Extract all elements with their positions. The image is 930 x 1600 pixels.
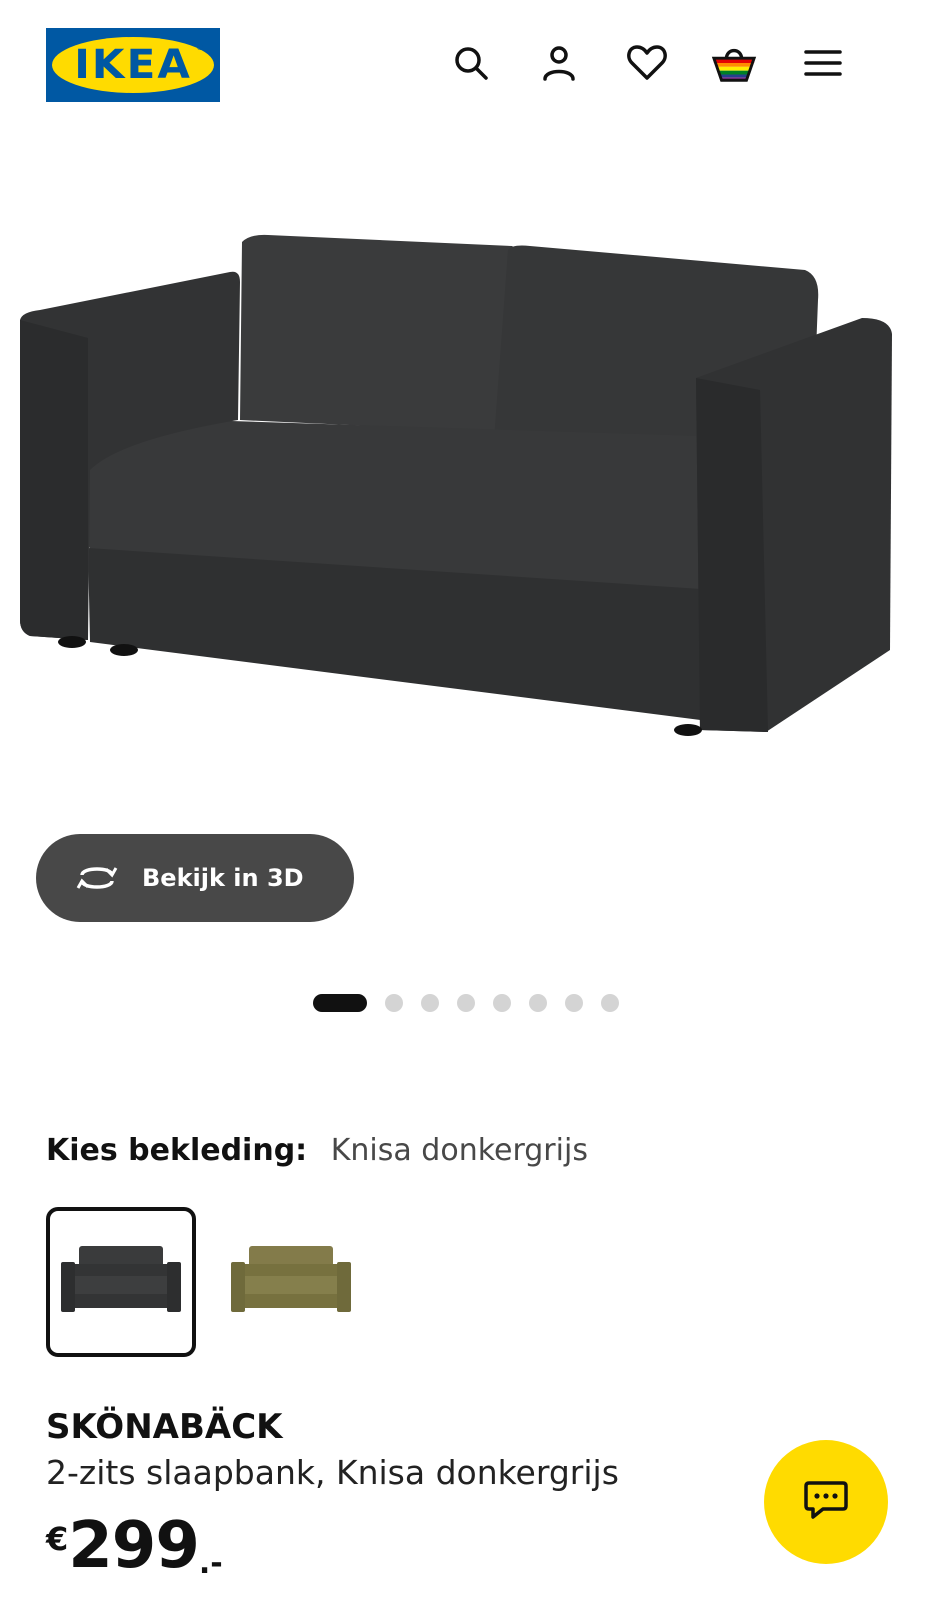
upholstery-label: Kies bekleding:	[46, 1133, 308, 1168]
logo-text: IKEA	[74, 42, 192, 88]
carousel-dot[interactable]	[457, 994, 475, 1012]
carousel-dot[interactable]	[565, 994, 583, 1012]
product-price: € 299 .-	[46, 1510, 223, 1582]
upholstery-selector-label: Kies bekleding: Knisa donkergrijs	[46, 1133, 588, 1168]
view-in-3d-button[interactable]: Bekijk in 3D	[36, 834, 354, 922]
product-description: 2-zits slaapbank, Knisa donkergrijs	[46, 1453, 619, 1492]
account-icon[interactable]	[536, 40, 582, 86]
carousel-dot[interactable]	[313, 994, 367, 1012]
carousel-dot[interactable]	[385, 994, 403, 1012]
view-in-3d-label: Bekijk in 3D	[142, 864, 304, 892]
chat-button[interactable]	[764, 1440, 888, 1564]
basket-icon[interactable]	[711, 40, 757, 86]
upholstery-value: Knisa donkergrijs	[330, 1133, 588, 1168]
product-name: SKÖNABÄCK	[46, 1407, 283, 1447]
product-image[interactable]	[0, 200, 930, 820]
search-icon[interactable]	[448, 40, 494, 86]
menu-icon[interactable]	[800, 40, 846, 86]
logo-registered-mark: ®	[196, 43, 204, 52]
carousel-dot[interactable]	[529, 994, 547, 1012]
price-amount: 299	[68, 1509, 200, 1583]
carousel-dot[interactable]	[601, 994, 619, 1012]
ikea-logo[interactable]: IKEA ®	[46, 28, 220, 102]
rotate-3d-icon	[74, 862, 122, 894]
swatch-dark-grey[interactable]	[46, 1207, 196, 1357]
heart-icon[interactable]	[624, 40, 670, 86]
carousel-dot[interactable]	[493, 994, 511, 1012]
logo-oval: IKEA ®	[52, 37, 214, 93]
carousel-indicator	[313, 994, 637, 1012]
price-decimal: .-	[198, 1546, 223, 1581]
swatch-olive[interactable]	[216, 1207, 366, 1357]
carousel-dot[interactable]	[421, 994, 439, 1012]
price-currency: €	[46, 1520, 69, 1558]
chat-icon	[803, 1479, 849, 1525]
